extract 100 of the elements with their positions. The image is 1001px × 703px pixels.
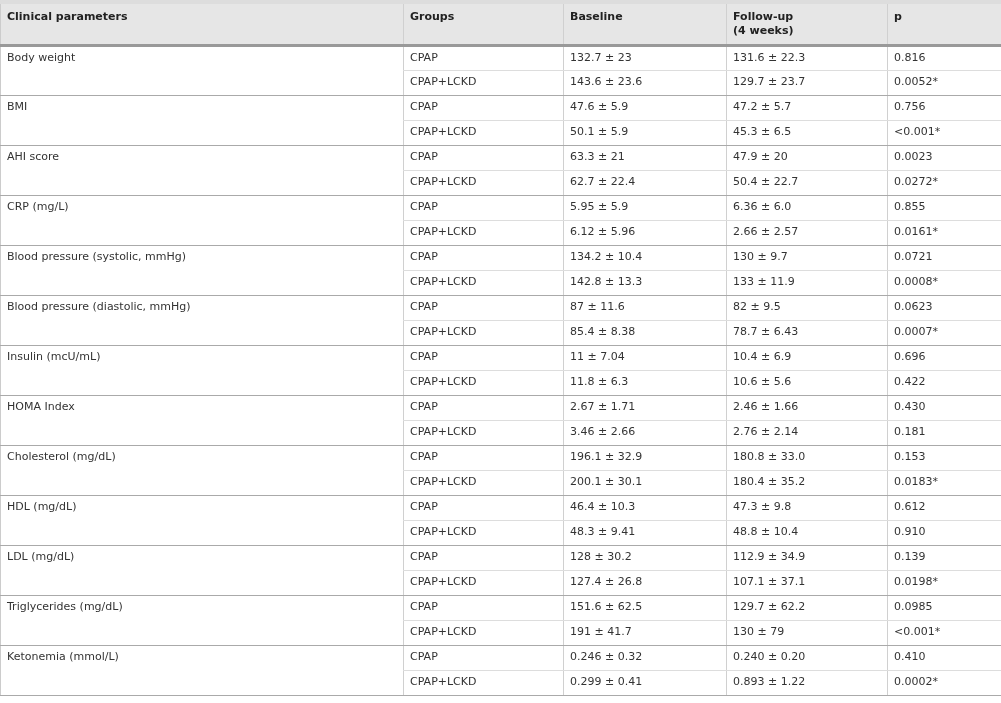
baseline-cell: 2.67 ± 1.71 [563,395,727,421]
follow-up-cell: 129.7 ± 62.2 [726,595,888,621]
baseline-cell: 0.246 ± 0.32 [563,645,727,671]
group-cell: CPAP+LCKD [403,170,564,196]
follow-up-cell: 47.3 ± 9.8 [726,495,888,521]
p-value-cell: 0.0008* [887,270,1001,296]
follow-up-cell: 0.240 ± 0.20 [726,645,888,671]
p-value-cell: 0.0198* [887,570,1001,596]
parameter-cell: BMI [0,95,404,146]
follow-up-cell: 129.7 ± 23.7 [726,70,888,96]
baseline-cell: 5.95 ± 5.9 [563,195,727,221]
parameter-cell: Body weight [0,45,404,96]
group-cell: CPAP+LCKD [403,220,564,246]
p-value-cell: 0.0007* [887,320,1001,346]
column-header: Baseline [563,2,727,46]
baseline-cell: 11 ± 7.04 [563,345,727,371]
p-value-cell: 0.0002* [887,670,1001,696]
group-cell: CPAP [403,45,564,71]
baseline-cell: 134.2 ± 10.4 [563,245,727,271]
group-cell: CPAP [403,345,564,371]
baseline-cell: 132.7 ± 23 [563,45,727,71]
column-header: Groups [403,2,564,46]
group-cell: CPAP+LCKD [403,420,564,446]
follow-up-cell: 112.9 ± 34.9 [726,545,888,571]
p-value-cell: <0.001* [887,120,1001,146]
group-cell: CPAP+LCKD [403,70,564,96]
follow-up-cell: 130 ± 79 [726,620,888,646]
group-cell: CPAP [403,395,564,421]
p-value-cell: 0.0023 [887,145,1001,171]
column-header: p [887,2,1001,46]
parameter-cell: CRP (mg/L) [0,195,404,246]
group-cell: CPAP [403,195,564,221]
group-cell: CPAP [403,645,564,671]
follow-up-cell: 78.7 ± 6.43 [726,320,888,346]
p-value-cell: 0.0183* [887,470,1001,496]
group-cell: CPAP+LCKD [403,370,564,396]
baseline-cell: 63.3 ± 21 [563,145,727,171]
follow-up-cell: 180.8 ± 33.0 [726,445,888,471]
group-cell: CPAP+LCKD [403,270,564,296]
baseline-cell: 50.1 ± 5.9 [563,120,727,146]
baseline-cell: 47.6 ± 5.9 [563,95,727,121]
p-value-cell: 0.139 [887,545,1001,571]
column-header: Clinical parameters [0,2,404,46]
parameter-cell: HOMA Index [0,395,404,446]
parameter-cell: Triglycerides (mg/dL) [0,595,404,646]
p-value-cell: 0.0985 [887,595,1001,621]
p-value-cell: 0.181 [887,420,1001,446]
baseline-cell: 48.3 ± 9.41 [563,520,727,546]
follow-up-cell: 47.9 ± 20 [726,145,888,171]
group-cell: CPAP+LCKD [403,520,564,546]
follow-up-cell: 2.46 ± 1.66 [726,395,888,421]
group-cell: CPAP+LCKD [403,670,564,696]
follow-up-cell: 2.66 ± 2.57 [726,220,888,246]
p-value-cell: 0.0052* [887,70,1001,96]
p-value-cell: 0.0161* [887,220,1001,246]
group-cell: CPAP+LCKD [403,320,564,346]
p-value-cell: 0.422 [887,370,1001,396]
parameter-cell: Cholesterol (mg/dL) [0,445,404,496]
parameter-cell: HDL (mg/dL) [0,495,404,546]
baseline-cell: 151.6 ± 62.5 [563,595,727,621]
parameter-cell: LDL (mg/dL) [0,545,404,596]
follow-up-cell: 6.36 ± 6.0 [726,195,888,221]
group-cell: CPAP [403,95,564,121]
p-value-cell: 0.612 [887,495,1001,521]
follow-up-cell: 50.4 ± 22.7 [726,170,888,196]
baseline-cell: 85.4 ± 8.38 [563,320,727,346]
group-cell: CPAP [403,245,564,271]
group-cell: CPAP [403,545,564,571]
p-value-cell: 0.855 [887,195,1001,221]
baseline-cell: 143.6 ± 23.6 [563,70,727,96]
p-value-cell: 0.0272* [887,170,1001,196]
follow-up-cell: 130 ± 9.7 [726,245,888,271]
follow-up-cell: 133 ± 11.9 [726,270,888,296]
group-cell: CPAP [403,495,564,521]
p-value-cell: 0.816 [887,45,1001,71]
baseline-cell: 128 ± 30.2 [563,545,727,571]
parameter-cell: AHI score [0,145,404,196]
group-cell: CPAP [403,295,564,321]
group-cell: CPAP [403,595,564,621]
baseline-cell: 62.7 ± 22.4 [563,170,727,196]
group-cell: CPAP+LCKD [403,570,564,596]
group-cell: CPAP [403,445,564,471]
p-value-cell: 0.696 [887,345,1001,371]
p-value-cell: 0.410 [887,645,1001,671]
group-cell: CPAP+LCKD [403,620,564,646]
baseline-cell: 127.4 ± 26.8 [563,570,727,596]
parameter-cell: Insulin (mcU/mL) [0,345,404,396]
baseline-cell: 0.299 ± 0.41 [563,670,727,696]
group-cell: CPAP+LCKD [403,470,564,496]
follow-up-cell: 45.3 ± 6.5 [726,120,888,146]
follow-up-cell: 82 ± 9.5 [726,295,888,321]
baseline-cell: 3.46 ± 2.66 [563,420,727,446]
p-value-cell: 0.910 [887,520,1001,546]
follow-up-cell: 10.6 ± 5.6 [726,370,888,396]
p-value-cell: 0.0623 [887,295,1001,321]
follow-up-cell: 180.4 ± 35.2 [726,470,888,496]
group-cell: CPAP+LCKD [403,120,564,146]
follow-up-cell: 48.8 ± 10.4 [726,520,888,546]
baseline-cell: 200.1 ± 30.1 [563,470,727,496]
follow-up-cell: 10.4 ± 6.9 [726,345,888,371]
